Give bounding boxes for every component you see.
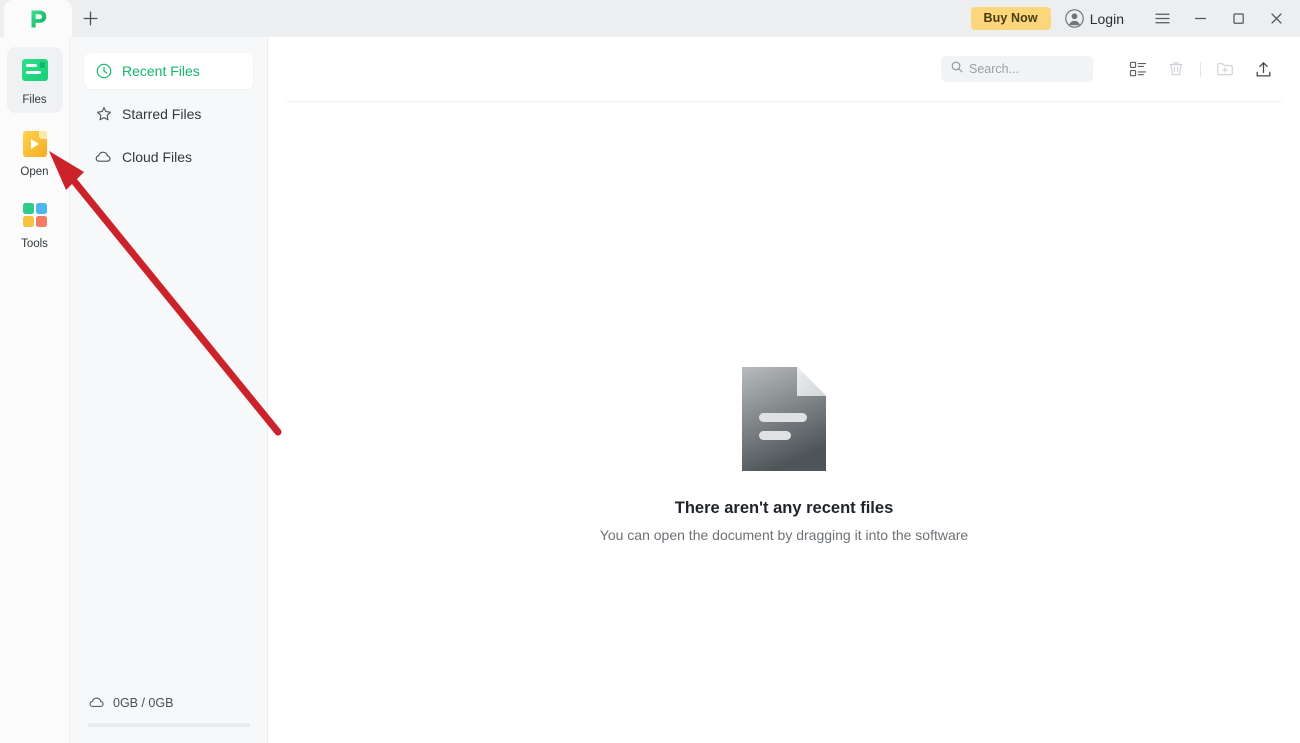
app-logo	[26, 7, 50, 31]
sidebar-item-tools-label: Tools	[7, 238, 63, 251]
sidebar-item-files-label: Files	[7, 94, 63, 107]
search-input[interactable]: Search...	[941, 56, 1093, 82]
minimize-button[interactable]	[1182, 4, 1218, 34]
delete-icon	[1157, 53, 1195, 85]
main-content: Search...	[268, 37, 1300, 743]
title-bar: Buy Now Login	[0, 0, 1300, 37]
login-button[interactable]: Login	[1065, 9, 1124, 28]
buy-now-button[interactable]: Buy Now	[971, 7, 1051, 31]
search-icon	[951, 60, 963, 78]
nav-item-starred-files[interactable]: Starred Files	[84, 96, 253, 132]
empty-state-title: There aren't any recent files	[268, 499, 1300, 518]
open-file-icon	[20, 131, 50, 161]
window-controls: Buy Now Login	[971, 0, 1300, 37]
clock-icon	[95, 63, 112, 80]
star-icon	[95, 106, 112, 123]
content-toolbar: Search...	[268, 37, 1300, 101]
list-view-icon[interactable]	[1119, 53, 1157, 85]
nav-item-recent-files-label: Recent Files	[122, 63, 200, 79]
login-label: Login	[1090, 11, 1124, 27]
close-button[interactable]	[1258, 4, 1294, 34]
nav-item-cloud-files-label: Cloud Files	[122, 149, 192, 165]
toolbar-divider	[1200, 62, 1201, 77]
maximize-button[interactable]	[1220, 4, 1256, 34]
storage-indicator: 0GB / 0GB	[70, 694, 268, 727]
nav-item-recent-files[interactable]: Recent Files	[84, 53, 253, 89]
app-window: Buy Now Login	[0, 0, 1300, 743]
app-tab[interactable]	[4, 0, 72, 37]
sidebar-item-files[interactable]: Files	[7, 47, 63, 113]
search-placeholder: Search...	[969, 62, 1019, 76]
empty-state: There aren't any recent files You can op…	[268, 367, 1300, 543]
nav-item-starred-files-label: Starred Files	[122, 106, 201, 122]
new-folder-icon	[1206, 53, 1244, 85]
cloud-icon	[95, 149, 112, 166]
document-placeholder-icon	[742, 367, 826, 471]
toolbar-separator	[286, 101, 1282, 102]
sidebar-item-open[interactable]: Open	[7, 121, 63, 185]
tools-grid-icon	[20, 203, 50, 233]
primary-sidebar: Files Open Tools	[0, 37, 70, 743]
storage-usage-label: 0GB / 0GB	[113, 696, 173, 710]
sidebar-item-tools[interactable]: Tools	[7, 192, 63, 257]
nav-item-cloud-files[interactable]: Cloud Files	[84, 139, 253, 175]
cloud-icon	[88, 694, 105, 711]
menu-button[interactable]	[1144, 4, 1180, 34]
new-tab-button[interactable]	[72, 0, 108, 37]
upload-icon[interactable]	[1244, 53, 1282, 85]
sidebar-item-open-label: Open	[7, 166, 63, 179]
avatar-icon	[1065, 9, 1084, 28]
secondary-sidebar: Recent Files Starred Files Cloud Files	[70, 37, 268, 743]
empty-state-subtitle: You can open the document by dragging it…	[268, 527, 1300, 543]
files-icon	[20, 59, 50, 89]
storage-progress-bar	[88, 723, 250, 727]
